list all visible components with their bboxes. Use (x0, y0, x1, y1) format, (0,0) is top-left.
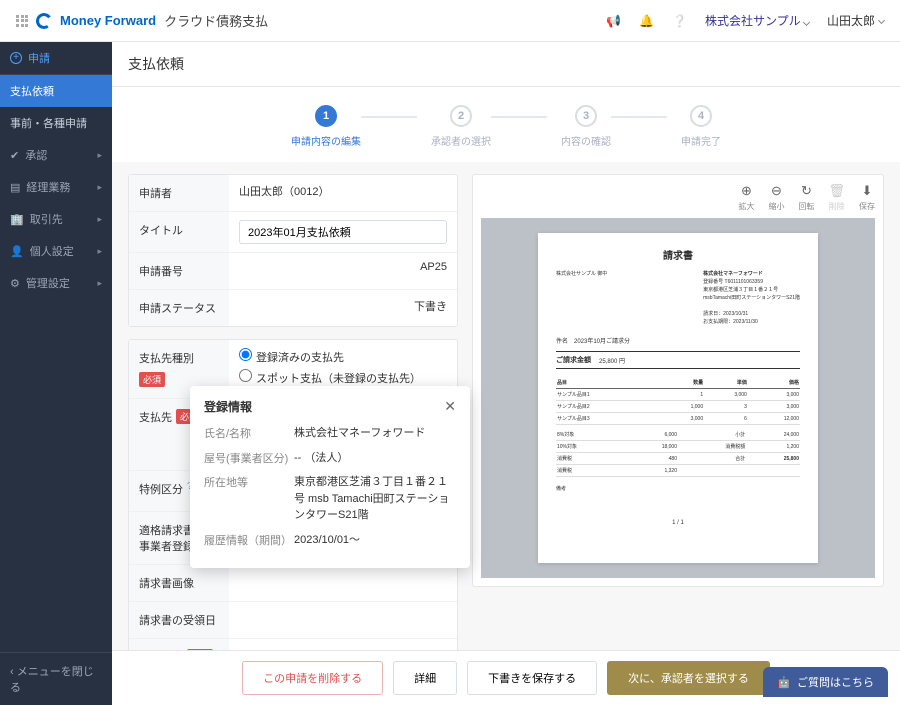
zoom-out-tool[interactable]: ⊖縮小 (768, 183, 784, 212)
preview-viewport[interactable]: 請求書 株式会社サンプル 御中 株式会社マネーフォワード 登録番号 T60111… (481, 218, 875, 578)
chevron-right-icon: ▸ (97, 214, 102, 225)
delete-button[interactable]: この申請を削除する (242, 661, 383, 695)
save-draft-button[interactable]: 下書きを保存する (467, 661, 597, 695)
applicant-card: 申請者山田太郎（0012） タイトル 申請番号AP25 申請ステータス下書き (128, 174, 458, 327)
stepper: 1申請内容の編集 2承認者の選択 3内容の確認 4申請完了 (112, 87, 900, 162)
building-icon: 🏢 (10, 213, 24, 226)
brand-name: Money Forward (60, 13, 156, 28)
popover-title: 登録情報 (204, 398, 252, 415)
chevron-right-icon: ▸ (97, 278, 102, 289)
sidebar: +申請 支払依頼 事前・各種申請 ✔承認▸ ▤経理業務▸ 🏢取引先▸ 👤個人設定… (0, 42, 112, 705)
payee-type-registered[interactable]: 登録済みの支払先 (239, 348, 447, 365)
company-dropdown[interactable]: 株式会社サンプル (705, 12, 809, 29)
number-value: AP25 (229, 253, 457, 289)
sidebar-payment-request[interactable]: 支払依頼 (0, 75, 112, 107)
receipt-date-label: 請求書の受領日 (129, 602, 229, 638)
details-button[interactable]: 詳細 (393, 661, 457, 695)
status-value: 下書き (229, 290, 457, 326)
sidebar-partners[interactable]: 🏢取引先▸ (0, 203, 112, 235)
sidebar-accounting[interactable]: ▤経理業務▸ (0, 171, 112, 203)
top-bar: Money Forward クラウド債務支払 📢 🔔 ❔ 株式会社サンプル 山田… (0, 0, 900, 42)
registration-info-popover: 登録情報✕ 氏名/名称株式会社マネーフォワード 屋号(事業者区分)-- （法人）… (190, 386, 470, 568)
save-tool[interactable]: ⬇保存 (859, 183, 875, 212)
step-1: 1申請内容の編集 (291, 105, 361, 148)
chevron-down-icon (803, 19, 810, 26)
step-4: 4申請完了 (681, 105, 721, 148)
status-label: 申請ステータス (129, 290, 229, 326)
chevron-right-icon: ▸ (97, 182, 102, 193)
zoom-out-icon: ⊖ (771, 183, 782, 199)
bell-icon[interactable]: 🔔 (639, 14, 654, 28)
invoice-document: 請求書 株式会社サンプル 御中 株式会社マネーフォワード 登録番号 T60111… (538, 233, 818, 563)
next-button[interactable]: 次に、承認者を選択する (607, 661, 770, 695)
page-title: 支払依頼 (112, 42, 900, 87)
title-input[interactable] (239, 220, 447, 244)
step-2: 2承認者の選択 (431, 105, 491, 148)
user-dropdown[interactable]: 山田太郎 (827, 12, 884, 29)
rotate-tool[interactable]: ↻回転 (798, 183, 814, 212)
plus-circle-icon: + (10, 52, 22, 64)
sidebar-apply[interactable]: +申請 (0, 42, 112, 75)
person-icon: 👤 (10, 245, 24, 258)
check-circle-icon: ✔ (10, 149, 19, 162)
trash-icon: 🗑 (828, 183, 845, 199)
chevron-down-icon (878, 17, 885, 24)
support-icon: 🤖 (777, 676, 791, 689)
preview-card: ⊕拡大 ⊖縮小 ↻回転 🗑削除 ⬇保存 請求書 株式会社サンプル 御中 (472, 174, 884, 587)
document-icon: ▤ (10, 181, 20, 194)
rotate-icon: ↻ (801, 183, 812, 199)
logo-icon (35, 11, 54, 30)
applicant-label: 申請者 (129, 175, 229, 211)
support-fab[interactable]: 🤖ご質問はこちら (763, 667, 888, 697)
chevron-right-icon: ▸ (97, 150, 102, 161)
title-label: タイトル (129, 212, 229, 252)
apps-grid-icon[interactable] (16, 15, 28, 27)
delete-tool: 🗑削除 (828, 183, 845, 212)
zoom-in-icon: ⊕ (741, 183, 752, 199)
main-content: 支払依頼 1申請内容の編集 2承認者の選択 3内容の確認 4申請完了 申請者山田… (112, 42, 900, 705)
sidebar-approval[interactable]: ✔承認▸ (0, 139, 112, 171)
product-name: クラウド債務支払 (164, 11, 268, 30)
number-label: 申請番号 (129, 253, 229, 289)
gear-icon: ⚙ (10, 277, 20, 290)
chevron-right-icon: ▸ (97, 246, 102, 257)
sidebar-admin[interactable]: ⚙管理設定▸ (0, 267, 112, 299)
sidebar-collapse[interactable]: ‹ メニューを閉じる (0, 652, 112, 705)
help-icon[interactable]: ❔ (672, 14, 687, 28)
invoice-image-label: 請求書画像 (129, 565, 229, 601)
close-icon[interactable]: ✕ (444, 398, 456, 415)
announce-icon[interactable]: 📢 (606, 14, 621, 28)
payee-type-spot[interactable]: スポット支払（未登録の支払先） (239, 369, 447, 386)
download-icon: ⬇ (862, 183, 873, 199)
applicant-value: 山田太郎（0012） (229, 175, 457, 211)
zoom-in-tool[interactable]: ⊕拡大 (738, 183, 754, 212)
step-3: 3内容の確認 (561, 105, 611, 148)
sidebar-before-misc[interactable]: 事前・各種申請 (0, 107, 112, 139)
sidebar-personal[interactable]: 👤個人設定▸ (0, 235, 112, 267)
